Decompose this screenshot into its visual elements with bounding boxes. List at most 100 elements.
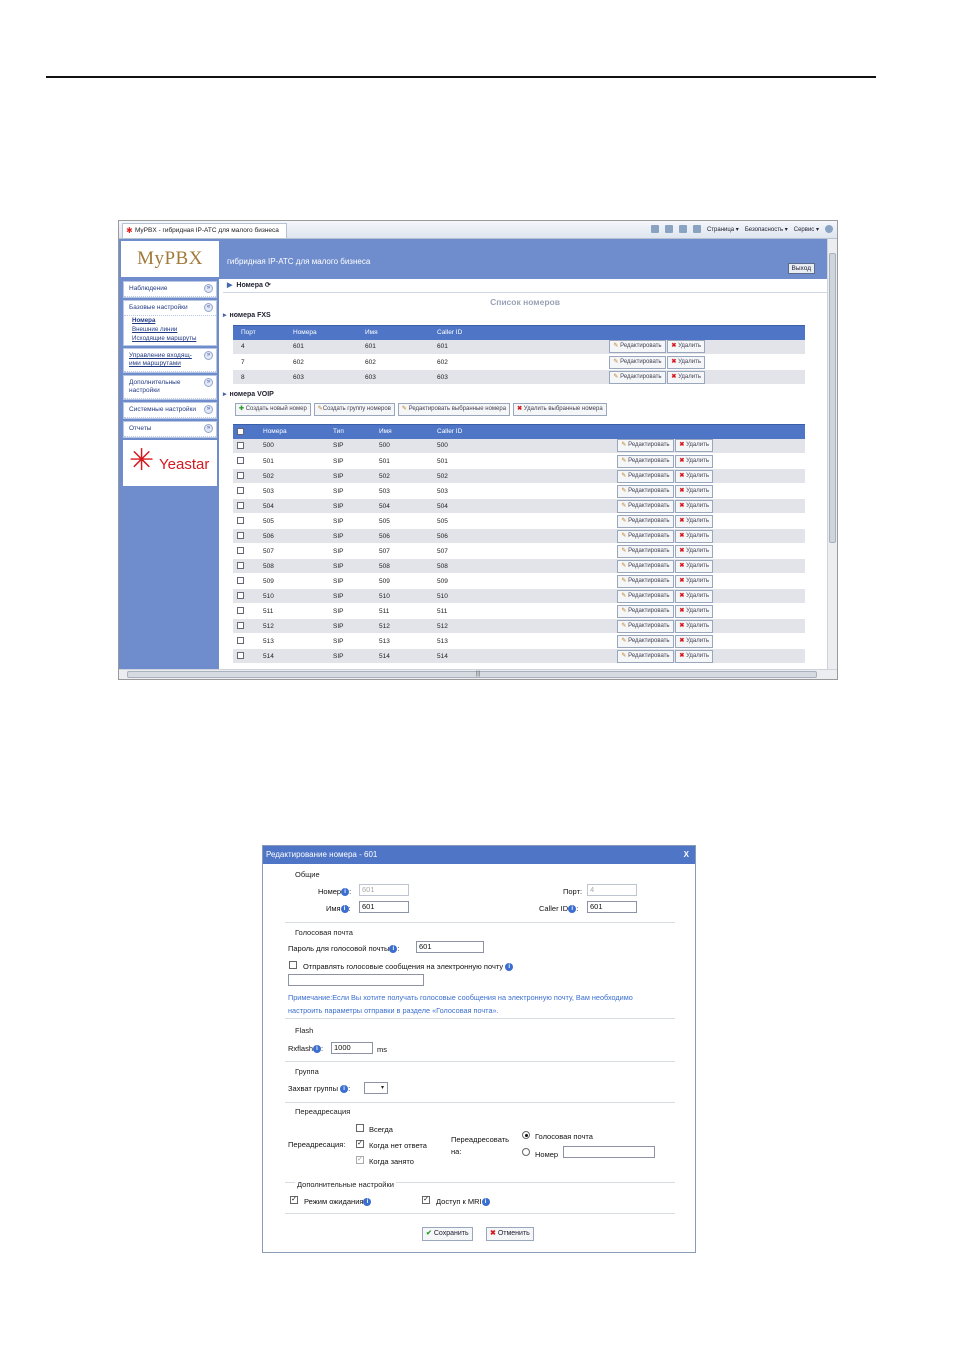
edit-button[interactable]: ✎ Редактировать — [617, 604, 674, 618]
row-checkbox[interactable] — [237, 577, 244, 585]
cancel-button[interactable]: ✖ Отменить — [486, 1227, 534, 1241]
delete-button[interactable]: ✖ Удалить — [675, 559, 713, 573]
row-select[interactable] — [233, 588, 255, 604]
edit-button[interactable]: ✎ Редактировать — [617, 454, 674, 468]
row-checkbox[interactable] — [237, 517, 244, 525]
info-icon[interactable]: i — [505, 963, 514, 972]
delete-button[interactable]: ✖ Удалить — [675, 589, 713, 603]
sidebar-item-inbound[interactable]: Управление входящ-ими маршрутами» — [124, 349, 216, 372]
row-select[interactable] — [233, 633, 255, 649]
chevron-down-icon[interactable]: » — [204, 378, 213, 387]
refresh-icon[interactable]: ⟳ — [265, 282, 271, 289]
edit-button[interactable]: ✎ Редактировать — [617, 574, 674, 588]
vm-email-checkbox[interactable] — [289, 961, 297, 969]
forward-number-field[interactable] — [563, 1146, 655, 1158]
menu-tools[interactable]: Сервис ▾ — [794, 226, 819, 233]
row-select[interactable] — [233, 603, 255, 619]
row-select[interactable] — [233, 438, 255, 454]
rxflash-field[interactable]: 1000 — [331, 1042, 373, 1054]
chevron-down-icon[interactable]: » — [204, 424, 213, 433]
pickup-select[interactable]: ▾ — [364, 1082, 388, 1094]
mail-icon[interactable] — [678, 225, 687, 233]
edit-button[interactable]: ✎ Редактировать — [617, 544, 674, 558]
chevron-up-icon[interactable]: « — [204, 303, 213, 312]
forward-to-number-radio[interactable] — [522, 1148, 530, 1156]
delete-button[interactable]: ✖ Удалить — [675, 634, 713, 648]
row-checkbox[interactable] — [237, 502, 244, 510]
row-checkbox[interactable] — [237, 562, 244, 570]
info-icon[interactable]: i — [568, 905, 577, 914]
mri-checkbox[interactable]: ✓ — [422, 1196, 430, 1204]
row-checkbox[interactable] — [237, 442, 244, 450]
delete-button[interactable]: ✖ Удалить — [675, 454, 713, 468]
row-select[interactable] — [233, 483, 255, 499]
scroll-thumb[interactable] — [829, 253, 836, 543]
chevron-down-icon[interactable]: » — [204, 405, 213, 414]
select-all-header[interactable] — [233, 424, 255, 439]
delete-button[interactable]: ✖ Удалить — [667, 370, 705, 384]
edit-button[interactable]: ✎ Редактировать — [617, 619, 674, 633]
chevron-down-icon[interactable]: » — [204, 284, 213, 293]
chevron-down-icon[interactable]: » — [204, 351, 213, 360]
row-checkbox[interactable] — [237, 472, 244, 480]
forward-busy-checkbox[interactable]: ✓ — [356, 1156, 364, 1164]
edit-button[interactable]: ✎ Редактировать — [609, 355, 666, 369]
delete-selected-button[interactable]: ✖ Удалить выбранные номера — [513, 403, 607, 416]
edit-button[interactable]: ✎ Редактировать — [617, 469, 674, 483]
row-select[interactable] — [233, 498, 255, 514]
info-icon[interactable]: i — [363, 1198, 372, 1207]
info-icon[interactable]: i — [340, 905, 349, 914]
row-checkbox[interactable] — [237, 592, 244, 600]
forward-noanswer-checkbox[interactable]: ✓ — [356, 1140, 364, 1148]
forward-always-checkbox[interactable] — [356, 1124, 364, 1132]
sidebar-item-extensions[interactable]: Номера — [124, 316, 216, 325]
row-checkbox[interactable] — [237, 637, 244, 645]
horizontal-scrollbar[interactable]: ||| — [119, 669, 837, 679]
edit-button[interactable]: ✎ Редактировать — [617, 634, 674, 648]
info-icon[interactable]: i — [389, 945, 398, 954]
feeds-icon[interactable] — [664, 225, 673, 233]
row-select[interactable] — [233, 453, 255, 469]
row-select[interactable] — [233, 543, 255, 559]
delete-button[interactable]: ✖ Удалить — [675, 544, 713, 558]
info-icon[interactable]: i — [341, 888, 350, 897]
sidebar-item-basic[interactable]: Базовые настройки « — [124, 301, 216, 316]
vm-email-field[interactable] — [288, 974, 424, 986]
sidebar-item-reports[interactable]: Отчеты» — [124, 422, 216, 437]
logout-button[interactable]: Выход — [787, 263, 815, 274]
edit-button[interactable]: ✎ Редактировать — [609, 340, 666, 354]
home-icon[interactable] — [650, 225, 659, 233]
row-select[interactable] — [233, 513, 255, 529]
help-icon[interactable] — [825, 225, 833, 233]
delete-button[interactable]: ✖ Удалить — [675, 514, 713, 528]
row-select[interactable] — [233, 558, 255, 574]
number-field[interactable]: 601 — [359, 884, 409, 896]
edit-button[interactable]: ✎ Редактировать — [617, 559, 674, 573]
port-field[interactable]: 4 — [587, 884, 637, 896]
browser-tab[interactable]: ✱ MyPBX - гибридная IP-АТС для малого би… — [122, 223, 287, 238]
select-all-checkbox[interactable] — [237, 428, 244, 436]
delete-button[interactable]: ✖ Удалить — [667, 340, 705, 354]
edit-button[interactable]: ✎ Редактировать — [609, 370, 666, 384]
row-select[interactable] — [233, 468, 255, 484]
scroll-thumb[interactable] — [127, 671, 817, 678]
delete-button[interactable]: ✖ Удалить — [675, 649, 713, 663]
menu-page[interactable]: Страница ▾ — [707, 226, 739, 233]
save-button[interactable]: ✔ Сохранить — [422, 1227, 473, 1241]
delete-button[interactable]: ✖ Удалить — [675, 604, 713, 618]
close-button[interactable]: X — [684, 846, 689, 864]
callwaiting-checkbox[interactable]: ✓ — [290, 1196, 298, 1204]
edit-selected-button[interactable]: ✎ Редактировать выбранные номера — [397, 403, 511, 416]
sidebar-item-system[interactable]: Системные настройки» — [124, 403, 216, 418]
delete-button[interactable]: ✖ Удалить — [667, 355, 705, 369]
row-checkbox[interactable] — [237, 487, 244, 495]
callerid-field[interactable]: 601 — [587, 901, 637, 913]
delete-button[interactable]: ✖ Удалить — [675, 619, 713, 633]
forward-to-voicemail-radio[interactable] — [522, 1131, 530, 1139]
delete-button[interactable]: ✖ Удалить — [675, 499, 713, 513]
edit-button[interactable]: ✎ Редактировать — [617, 514, 674, 528]
row-select[interactable] — [233, 573, 255, 589]
delete-button[interactable]: ✖ Удалить — [675, 469, 713, 483]
create-group-button[interactable]: ✎Создать группу номеров — [313, 403, 395, 416]
vm-password-field[interactable]: 601 — [416, 941, 484, 953]
